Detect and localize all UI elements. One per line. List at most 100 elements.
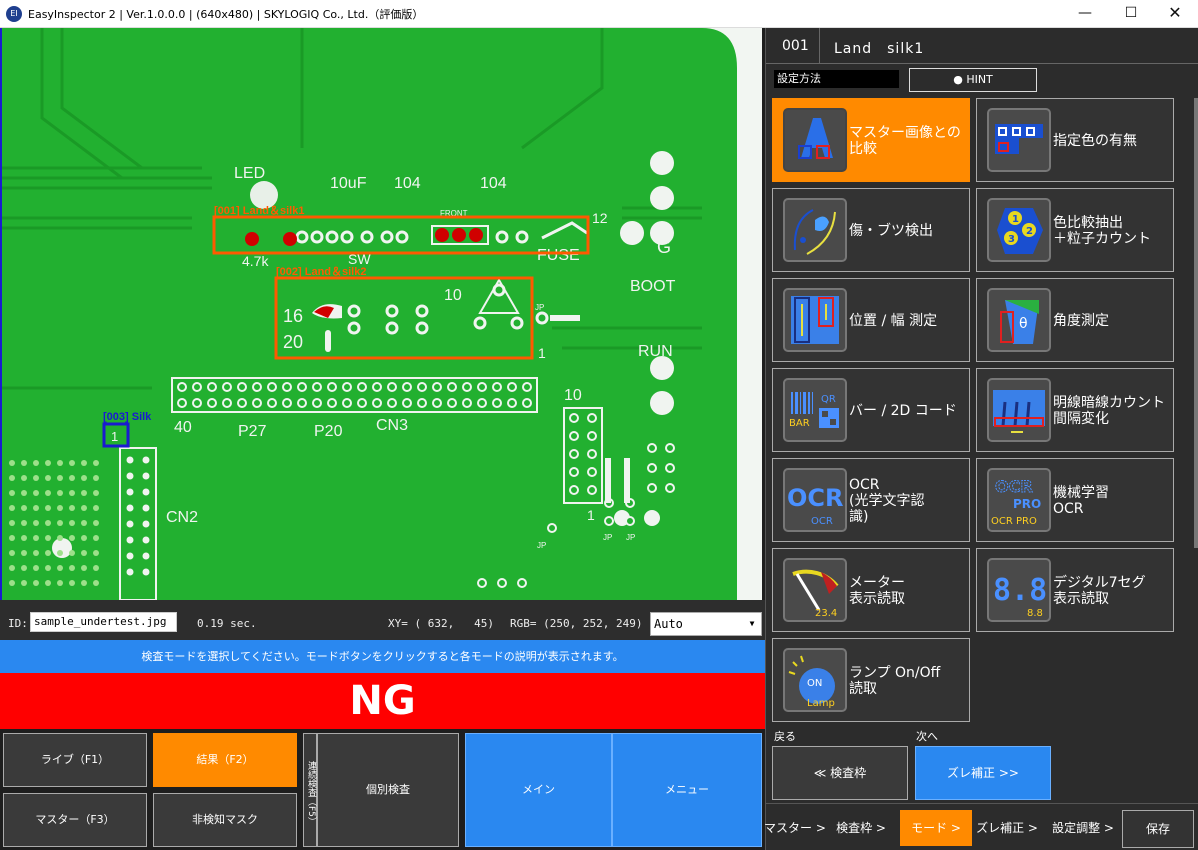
- window-title: EasyInspector 2 | Ver.1.0.0.0 | (640x480…: [28, 8, 424, 21]
- pcb-label-jp3: JP: [603, 533, 612, 542]
- mode-meter-read[interactable]: 23.4 メーター 表示読取: [772, 548, 970, 632]
- step-setting-adjust[interactable]: 設定調整 >: [1048, 810, 1118, 846]
- meter-read-icon: 23.4: [783, 558, 847, 622]
- pcb-label-16: 16: [283, 306, 303, 326]
- result-button[interactable]: 結果（F2）: [153, 733, 297, 787]
- mode-line-count[interactable]: 明線暗線カウント 間隔変化: [976, 368, 1174, 452]
- step-master[interactable]: マスター >: [764, 810, 826, 846]
- mode-color-presence[interactable]: 指定色の有無: [976, 98, 1174, 182]
- pcb-label-1b: 1: [587, 507, 595, 523]
- icon-text: θ: [1019, 316, 1028, 332]
- ml-ocr-icon: OCR PRO OCR PRO: [987, 468, 1051, 532]
- display-mode-value: Auto: [654, 617, 683, 631]
- close-icon[interactable]: ✕: [1152, 0, 1198, 28]
- pcb-label-cn2: CN2: [166, 509, 198, 526]
- mode-label: 機械学習 OCR: [1053, 485, 1109, 517]
- menu-button[interactable]: メニュー: [612, 733, 762, 847]
- maximize-icon[interactable]: ☐: [1108, 0, 1154, 28]
- pcb-label-p27: P27: [238, 423, 267, 440]
- hint-button[interactable]: ● HINT: [909, 68, 1037, 92]
- pcb-label-20: 20: [283, 332, 303, 352]
- back-button[interactable]: ≪ 検査枠: [772, 746, 908, 800]
- cursor-xy: XY= ( 632, 45): [388, 617, 494, 630]
- step-frame[interactable]: 検査枠 >: [828, 810, 894, 846]
- mode-lamp-onoff[interactable]: ON Lamp ランプ On/Off 読取: [772, 638, 970, 722]
- icon-text: ON: [807, 678, 822, 689]
- frame-header: 001 Land silk1: [766, 28, 1198, 64]
- mode-master-compare[interactable]: マスター画像との 比較: [772, 98, 970, 182]
- pcb-label-boot: BOOT: [630, 278, 676, 295]
- next-button[interactable]: ズレ補正 >>: [915, 746, 1051, 800]
- camera-view[interactable]: LED 10uF 104 104 FRONT 12 4.7k SW FUSE G…: [0, 28, 762, 600]
- result-indicator: NG: [0, 673, 765, 729]
- image-id-field[interactable]: sample_undertest.jpg: [30, 612, 177, 632]
- step-navigation: マスター > 検査枠 > モード > ズレ補正 > 設定調整 > 保存: [764, 803, 1198, 850]
- live-button[interactable]: ライブ（F1）: [3, 733, 147, 787]
- mode-barcode[interactable]: QR BAR バー / 2D コード: [772, 368, 970, 452]
- id-label: ID:: [8, 617, 28, 630]
- icon-text: OCR PRO: [991, 516, 1037, 527]
- mode-label: 角度測定: [1053, 313, 1109, 329]
- mode-angle-measure[interactable]: θ 角度測定: [976, 278, 1174, 362]
- mode-label: バー / 2D コード: [849, 403, 957, 419]
- cursor-rgb: RGB= (250, 252, 249): [510, 617, 643, 630]
- icon-text: 1: [1012, 214, 1019, 225]
- master-compare-icon: [783, 108, 847, 172]
- pcb-label-1a: 1: [538, 345, 546, 361]
- display-mode-select[interactable]: Auto ▼: [650, 612, 762, 636]
- hint-message: 検査モードを選択してください。モードボタンをクリックすると各モードの説明が表示さ…: [0, 640, 765, 673]
- icon-text: 23.4: [815, 608, 837, 619]
- icon-text: PRO: [1013, 497, 1041, 511]
- hint-button-label: HINT: [966, 73, 993, 86]
- frame-name: Land silk1: [834, 41, 925, 57]
- main-button[interactable]: メイン: [465, 733, 612, 847]
- mask-button[interactable]: 非検知マスク: [153, 793, 297, 847]
- mode-color-particle[interactable]: 123 色比較抽出 ＋粒子カウント: [976, 188, 1174, 272]
- step-mode[interactable]: モード >: [900, 810, 972, 846]
- scratch-detect-icon: [783, 198, 847, 262]
- pcb-label-jp1: JP: [535, 303, 544, 312]
- line-count-icon: [987, 378, 1051, 442]
- chevron-down-icon[interactable]: ▼: [745, 613, 759, 635]
- minimize-icon[interactable]: —: [1062, 0, 1108, 28]
- color-presence-icon: [987, 108, 1051, 172]
- icon-text: QR: [821, 394, 836, 405]
- mode-seven-segment[interactable]: 8.8 8.8 デジタル7セグ 表示読取: [976, 548, 1174, 632]
- mode-label: メーター 表示読取: [849, 575, 905, 607]
- pcb-label-10: 10: [444, 287, 462, 304]
- mode-label: OCR (光学文字認 識): [849, 477, 925, 525]
- master-button[interactable]: マスター（F3）: [3, 793, 147, 847]
- pcb-label-fuse: FUSE: [537, 247, 580, 264]
- scrollbar[interactable]: [1194, 98, 1198, 548]
- ocr-icon: OCR OCR: [783, 468, 847, 532]
- info-bar: ID: sample_undertest.jpg 0.19 sec. XY= (…: [0, 600, 765, 640]
- pcb-label-10uf: 10uF: [330, 175, 367, 192]
- pcb-label-jp2: JP: [537, 541, 546, 550]
- save-button[interactable]: 保存: [1122, 810, 1194, 848]
- pcb-label-p20: P20: [314, 423, 343, 440]
- icon-text: 3: [1008, 234, 1015, 245]
- pcb-label-40: 40: [174, 419, 192, 436]
- icon-text: 2: [1026, 226, 1033, 237]
- barcode-icon: QR BAR: [783, 378, 847, 442]
- title-bar: EI EasyInspector 2 | Ver.1.0.0.0 | (640x…: [0, 0, 1198, 28]
- mode-scratch-detect[interactable]: 傷・ブツ検出: [772, 188, 970, 272]
- pcb-label-g: G: [657, 237, 671, 257]
- frame-number: 001: [782, 38, 809, 54]
- mode-ml-ocr[interactable]: OCR PRO OCR PRO 機械学習 OCR: [976, 458, 1174, 542]
- inspection-frame-003-content: 1: [111, 429, 118, 444]
- pcb-label-cn3: CN3: [376, 417, 408, 434]
- mode-label: ランプ On/Off 読取: [849, 665, 941, 697]
- continuous-inspection-button[interactable]: 連続検査（F5）: [303, 733, 317, 847]
- mode-position-width[interactable]: 位置 / 幅 測定: [772, 278, 970, 362]
- individual-inspection-button[interactable]: 個別検査: [317, 733, 459, 847]
- color-particle-icon: 123: [987, 198, 1051, 262]
- easyinspector-logo-icon: EI: [6, 6, 22, 22]
- step-shift-correction[interactable]: ズレ補正 >: [974, 810, 1040, 846]
- pcb-image: LED 10uF 104 104 FRONT 12 4.7k SW FUSE G…: [2, 28, 762, 600]
- process-time: 0.19 sec.: [197, 617, 257, 630]
- settings-panel: 001 Land silk1 設定方法 ● HINT マスター画像との 比較 指…: [764, 28, 1198, 850]
- mode-ocr[interactable]: OCR OCR OCR (光学文字認 識): [772, 458, 970, 542]
- inspection-frame-002-label: [002] Land＆silk2: [276, 265, 366, 278]
- icon-text: OCR: [995, 477, 1033, 496]
